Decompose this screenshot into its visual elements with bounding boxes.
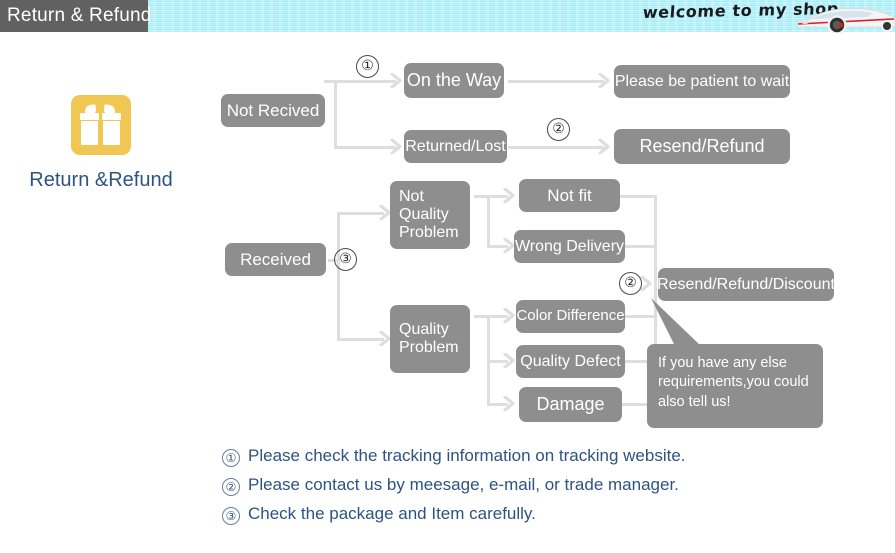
- footnote-text: Check the package and Item carefully.: [248, 504, 536, 523]
- arrow-to-quality-defect: [503, 353, 516, 368]
- footnote-number: ②: [222, 478, 240, 496]
- connector-not-quality-split-vertical: [487, 195, 490, 247]
- connector-wrong-delivery-to-bus: [620, 245, 657, 248]
- connector-received-to-quality: [337, 338, 384, 341]
- marker-3-received: ③: [334, 248, 357, 271]
- node-color-difference[interactable]: Color Difference: [516, 300, 625, 333]
- node-returned-lost[interactable]: Returned/Lost: [404, 130, 507, 163]
- arrow-to-on-the-way: [390, 73, 403, 88]
- arrow-to-color-difference: [503, 308, 516, 323]
- node-wrong-delivery[interactable]: Wrong Delivery: [514, 230, 625, 263]
- node-label: Not fit: [547, 185, 592, 205]
- footnote-item: ① Please check the tracking information …: [222, 446, 862, 467]
- node-label: On the Way: [406, 70, 502, 91]
- node-label: Please be patient to wait: [614, 72, 790, 90]
- speech-bubble-text: If you have any else requirements,you co…: [658, 355, 809, 410]
- arrow-to-damage: [503, 396, 516, 411]
- return-refund-banner: Return & Refund welcome to my shop Retur…: [0, 0, 895, 553]
- brand-block: Return &Refund: [25, 95, 177, 192]
- arrow-to-please-be-patient: [598, 73, 611, 88]
- marker-1-top: ①: [356, 55, 379, 78]
- node-resend-refund[interactable]: Resend/Refund: [614, 129, 790, 164]
- node-please-be-patient-to-wait[interactable]: Please be patient to wait: [614, 65, 790, 98]
- node-label: Resend/Refund/Discount: [657, 275, 835, 293]
- marker-2-top: ②: [547, 118, 570, 141]
- connector-not-recived-to-returned-lost: [334, 146, 396, 149]
- footnote-number: ③: [222, 507, 240, 525]
- connector-received-split-vertical: [337, 212, 340, 340]
- brand-label: Return &Refund: [29, 169, 173, 191]
- connector-not-fit-to-bus: [620, 195, 657, 198]
- connector-returned-lost-to-resend: [508, 146, 604, 149]
- connector-on-the-way-to-patient: [508, 80, 604, 83]
- node-not-recived[interactable]: Not Recived: [221, 94, 325, 127]
- footnote-number: ①: [222, 449, 240, 467]
- page-header: Return & Refund welcome to my shop: [0, 0, 895, 35]
- node-label: Returned/Lost: [405, 137, 506, 155]
- connector-received-to-not-quality: [337, 212, 384, 215]
- gift-box-icon: [71, 95, 131, 155]
- footnote-item: ② Please contact us by meesage, e-mail, …: [222, 475, 862, 496]
- footnote-item: ③ Check the package and Item carefully.: [222, 504, 862, 525]
- node-label: Color Difference: [516, 307, 625, 325]
- node-label: Quality Defect: [520, 352, 621, 370]
- node-received[interactable]: Received: [225, 243, 326, 276]
- connector-top-split-vertical: [334, 80, 337, 149]
- node-label: Received: [240, 249, 311, 269]
- node-label: Resend/Refund: [639, 136, 765, 157]
- node-quality-defect[interactable]: Quality Defect: [516, 345, 625, 378]
- node-not-quality-problem[interactable]: Not Quality Problem: [390, 181, 470, 249]
- node-on-the-way[interactable]: On the Way: [404, 63, 504, 98]
- sports-car-icon: [795, 2, 895, 35]
- node-quality-problem[interactable]: Quality Problem: [390, 305, 470, 373]
- arrow-to-not-fit: [503, 188, 516, 203]
- header-title-label: Return & Refund: [7, 5, 152, 26]
- marker-2-bottom: ②: [619, 272, 642, 295]
- speech-bubble: If you have any else requirements,you co…: [647, 344, 823, 428]
- arrow-to-resend-refund: [598, 139, 611, 154]
- footnote-text: Please check the tracking information on…: [248, 446, 686, 465]
- node-label: Wrong Delivery: [514, 237, 625, 255]
- arrow-to-returned-lost: [390, 139, 403, 154]
- header-title-tab: Return & Refund: [0, 0, 151, 32]
- node-not-fit[interactable]: Not fit: [519, 179, 620, 212]
- footnotes-list: ① Please check the tracking information …: [222, 446, 862, 533]
- node-label: Not Quality Problem: [399, 188, 459, 241]
- node-label: Quality Problem: [399, 321, 459, 356]
- footnote-text: Please contact us by meesage, e-mail, or…: [248, 475, 679, 494]
- speech-bubble-tail: [645, 296, 705, 348]
- node-label: Damage: [536, 394, 605, 415]
- node-damage[interactable]: Damage: [519, 387, 622, 422]
- node-label: Not Recived: [226, 100, 320, 120]
